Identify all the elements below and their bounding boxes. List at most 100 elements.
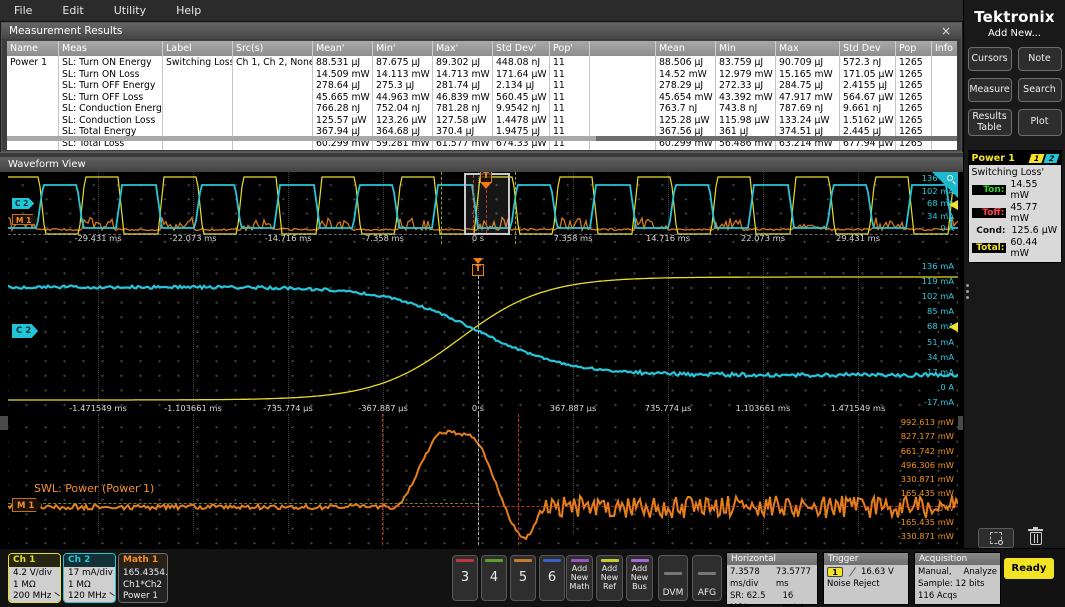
channel-color-stripe bbox=[514, 559, 532, 562]
value-cell: 125.57 µW bbox=[316, 114, 367, 126]
switching-loss-row: Total: 60.44 mW bbox=[971, 237, 1058, 259]
trigger-level-arrow[interactable] bbox=[949, 322, 958, 332]
menu-item[interactable]: Help bbox=[176, 4, 201, 17]
measurement-gate-left[interactable] bbox=[382, 414, 383, 545]
loss-label-chip: Total: bbox=[971, 243, 1007, 253]
close-icon[interactable]: × bbox=[941, 24, 951, 38]
results-panel-title: Measurement Results × bbox=[2, 23, 961, 39]
results-horizontal-scrollbar[interactable] bbox=[7, 136, 957, 141]
math1-badge[interactable]: Math 1 165.4354... Ch1*Ch2 Power 1 bbox=[118, 553, 168, 603]
sidebar-buttons: Cursors Note Measure Search Results Table Plo… bbox=[964, 47, 1065, 136]
acquisition-panel-body: Manual, Analyze Sample: 12 bits 116 Acqs bbox=[915, 565, 1000, 604]
trigger-panel[interactable]: Trigger 1 16.63 V Noise Reject bbox=[823, 552, 909, 605]
value-cell: 281.74 µJ bbox=[436, 80, 481, 91]
y-tick-label: -17 mA bbox=[924, 396, 954, 407]
overview-plot[interactable]: T C 2 M 1 -29.431 ms -22.073 ms -14.716 ms… bbox=[8, 172, 958, 244]
channel-color-stripe bbox=[456, 559, 474, 562]
sidebar-button[interactable]: Plot bbox=[1017, 109, 1062, 136]
meas-cell: SL: Turn OFF Loss bbox=[62, 91, 144, 103]
sample-resolution: 16 ns/pt bbox=[782, 591, 804, 607]
zoom-waveform-plot[interactable]: T C 2 -1.471549 ms -1.103661 ms -735.774 µ… bbox=[8, 258, 958, 414]
power-badge-header: Power 1 1 2 bbox=[968, 151, 1061, 165]
dvm-button[interactable]: DVM bbox=[658, 555, 688, 601]
measurement-results-panel: Measurement Results × Name Meas Label Sr… bbox=[1, 22, 962, 152]
ch2-scale: 17 mA/div bbox=[68, 568, 113, 578]
channel-button[interactable]: 3 bbox=[452, 555, 478, 601]
value-cell: 272.33 µJ bbox=[719, 80, 764, 91]
sidebar-button[interactable]: Results Table bbox=[967, 109, 1012, 136]
add-button-stripe bbox=[630, 559, 649, 562]
sidebar-button[interactable]: Cursors bbox=[967, 47, 1012, 71]
col-header-spacer bbox=[590, 41, 656, 56]
sidebar-button[interactable]: Note bbox=[1017, 47, 1062, 71]
trigger-t-box[interactable]: T bbox=[480, 172, 492, 183]
rising-edge-icon bbox=[847, 567, 857, 577]
trigger-t-box[interactable]: T bbox=[472, 264, 484, 276]
math1-source: Power 1 bbox=[123, 591, 158, 601]
value-cell: 133.24 µW bbox=[779, 114, 830, 126]
trigger-arrow-icon bbox=[481, 183, 491, 189]
value-cell: 284.75 µJ bbox=[779, 80, 824, 91]
trigger-position-marker[interactable]: T bbox=[480, 172, 492, 189]
power-badge-widget[interactable]: Power 1 1 2 Switching Loss' Ton: 14.55 m… bbox=[967, 150, 1062, 263]
add-new-button[interactable]: Add New Bus bbox=[626, 555, 653, 601]
acq-count: 116 Acqs bbox=[918, 591, 958, 601]
loss-value: 60.44 mW bbox=[1010, 237, 1038, 259]
menu-item[interactable]: Utility bbox=[114, 4, 146, 17]
value-cell: 9.661 nJ bbox=[843, 103, 882, 114]
x-tick-label: -7.358 ms bbox=[362, 233, 404, 243]
y-tick-label: 992.613 mW bbox=[900, 417, 954, 427]
channel-buttons: 3 4 5 6 bbox=[452, 555, 565, 601]
col-header-info: Info bbox=[935, 43, 953, 54]
power-waveform-plot[interactable]: SWL: Power (Power 1) M 1 992.613 mW 827.1… bbox=[8, 414, 958, 545]
zoom-trigger-marker[interactable]: T bbox=[472, 258, 484, 276]
y-tick-label: 165.435 mW bbox=[900, 488, 954, 499]
h-scale: 7.3578 ms/div bbox=[730, 567, 760, 589]
power-waveform-svg bbox=[8, 429, 958, 541]
menu-item[interactable]: File bbox=[14, 4, 32, 17]
col-header-max-prime: Max' bbox=[433, 41, 493, 56]
value-cell: 11 bbox=[553, 103, 565, 114]
ch2-badge[interactable]: Ch 2 17 mA/div 1 MΩ 120 MHz bbox=[63, 553, 116, 603]
value-cell: 787.69 nJ bbox=[779, 103, 824, 114]
horizontal-panel[interactable]: Horizontal 7.3578 ms/div 73.5777 ms SR: 6… bbox=[726, 552, 818, 607]
measurement-sources: Ch 1, Ch 2, None bbox=[236, 57, 313, 68]
results-table: Name Meas Label Src(s) Mean' Min' Max' S… bbox=[7, 41, 957, 150]
oscilloscope-screen: File Edit Utility Help Measurement Results … bbox=[0, 0, 1065, 607]
bottom-settings-bar: Ch 1 4.2 V/div 1 MΩ 200 MHz Ch 2 17 mA/d… bbox=[0, 548, 1065, 607]
switching-loss-row: Ton: 14.55 mW bbox=[971, 179, 1058, 201]
scrollbar-thumb[interactable] bbox=[7, 136, 596, 141]
trash-icon[interactable] bbox=[1028, 527, 1044, 547]
acquisition-panel[interactable]: Acquisition Manual, Analyze Sample: 12 bi… bbox=[914, 552, 1001, 605]
ch2-settings: 17 mA/div 1 MΩ 120 MHz bbox=[64, 567, 115, 602]
add-new-button[interactable]: Add New Ref bbox=[596, 555, 623, 601]
zoom-select-button[interactable] bbox=[978, 528, 1014, 548]
channel-button[interactable]: 4 bbox=[481, 555, 507, 601]
acquisition-panel-title: Acquisition bbox=[915, 553, 1000, 565]
measurement-gate-right[interactable] bbox=[518, 414, 519, 545]
value-cell: 766.28 nJ bbox=[316, 103, 361, 114]
zoom-select-icon bbox=[990, 532, 1003, 545]
ch1-badge[interactable]: Ch 1 4.2 V/div 1 MΩ 200 MHz bbox=[8, 553, 61, 603]
col-header-mean-prime: Mean' bbox=[313, 41, 373, 56]
x-tick-label: -1.471549 ms bbox=[69, 403, 127, 413]
channel-button[interactable]: 5 bbox=[510, 555, 536, 601]
value-cell: 14.509 mW bbox=[316, 68, 370, 80]
channel-button[interactable]: 6 bbox=[539, 555, 565, 601]
afg-button[interactable]: AFG bbox=[692, 555, 722, 601]
col-header-stddev: Std Dev bbox=[840, 41, 896, 56]
value-cell: 1265 bbox=[899, 57, 923, 68]
col-header-label: Label bbox=[163, 41, 233, 56]
sidebar-button[interactable]: Measure bbox=[967, 78, 1012, 102]
right-sidebar: Tektronix Add New... Cursors Note Measure S… bbox=[963, 0, 1065, 548]
x-tick-label: -29.431 ms bbox=[74, 233, 122, 243]
zoom-waveform-svg bbox=[8, 276, 958, 401]
panel-drag-handle[interactable] bbox=[966, 284, 969, 287]
menu-item[interactable]: Edit bbox=[62, 4, 83, 17]
add-new-button[interactable]: Add New Math bbox=[566, 555, 593, 601]
value-cell: 14.113 mW bbox=[376, 68, 430, 80]
trigger-level-arrow[interactable] bbox=[949, 200, 958, 210]
sidebar-button[interactable]: Search bbox=[1017, 78, 1062, 102]
value-cell: 11 bbox=[553, 114, 565, 126]
value-cell: 2.4155 µJ bbox=[843, 80, 888, 91]
